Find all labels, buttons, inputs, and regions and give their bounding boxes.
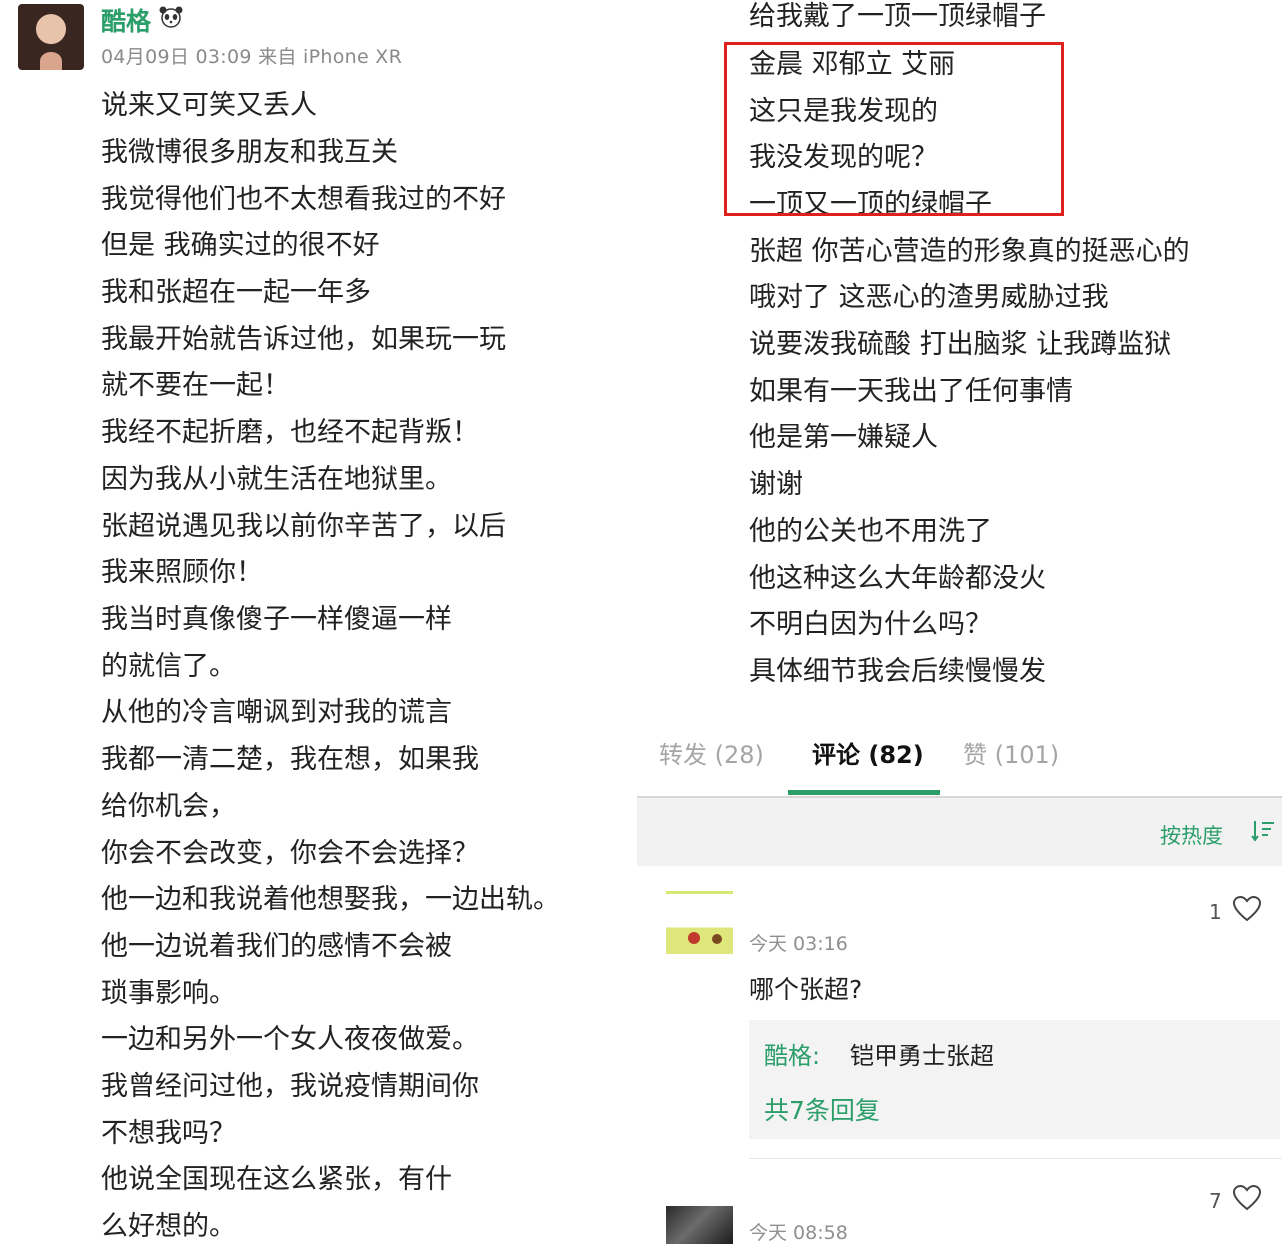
tab-repost[interactable]: 转发 (28) [659,735,764,770]
post-line: 我来照顾你！ [101,557,263,588]
post-line: 你会不会改变，你会不会选择？ [101,838,479,869]
sort-icon[interactable] [1250,818,1276,844]
avatar-decoration [712,934,722,944]
post-line: 他说全国现在这么紧张，有什 [101,1164,452,1195]
post-line: 我最开始就告诉过他，如果玩一玩 [101,324,506,355]
post-line: 如果有一天我出了任何事情 [749,376,1073,407]
post-line: 从他的冷言嘲讽到对我的谎言 [101,697,452,728]
like-count: 1 [1209,900,1222,924]
comment-avatar[interactable] [666,884,733,954]
post-line: 给我戴了一顶一顶绿帽子 [749,1,1046,32]
post-line: 具体细节我会后续慢慢发 [749,656,1046,687]
post-line: 谢谢 [749,469,803,500]
tab-bar: 转发 (28) 评论 (82) 赞 (101) [637,705,1282,797]
heart-icon[interactable] [1232,895,1262,922]
like-count: 7 [1209,1189,1222,1213]
post-line: 琐事影响。 [101,978,236,1009]
post-line: 但是 我确实过的很不好 [101,230,380,261]
comment-text: 哪个张超? [749,975,863,1004]
post-line: 我当时真像傻子一样傻逼一样 [101,604,452,635]
more-replies-link[interactable]: 共7条回复 [764,1091,880,1127]
post-timestamp: 04月09日 03:09 [101,46,252,68]
post-line: 他一边说着我们的感情不会被 [101,931,452,962]
user-avatar[interactable] [18,4,84,70]
post-line: 的就信了。 [101,651,236,682]
comment-avatar[interactable] [666,1206,733,1244]
post-line: 就不要在一起！ [101,370,290,401]
post-line: 张超说遇见我以前你辛苦了，以后 [101,511,506,542]
post-line: 不明白因为什么吗？ [749,609,992,640]
post-line: 给你机会， [101,791,236,822]
comment-divider [749,1158,1282,1159]
post-line: 我都一清二楚，我在想，如果我 [101,744,479,775]
heart-icon[interactable] [1232,1184,1262,1211]
post-line: 么好想的。 [101,1211,236,1242]
active-tab-indicator [788,790,940,795]
post-line: 我和张超在一起一年多 [101,277,371,308]
post-line: 因为我从小就生活在地狱里。 [101,464,452,495]
reply-author[interactable]: 酷格: [764,1036,820,1071]
comment-time: 今天 03:16 [749,933,848,955]
post-meta: 04月09日 03:09 来自 iPhone XR [101,42,402,69]
username[interactable]: 酷格 [101,2,151,38]
post-line: 我经不起折磨，也经不起背叛！ [101,417,479,448]
post-line: 哦对了 这恶心的渣男威胁过我 [749,282,1109,313]
highlight-box [724,42,1064,216]
post-line: 一边和另外一个女人夜夜做爱。 [101,1024,479,1055]
post-line: 他这种这么大年龄都没火 [749,563,1046,594]
post-source: 来自 iPhone XR [258,46,403,68]
post-line: 说要泼我硫酸 打出脑浆 让我蹲监狱 [749,329,1172,360]
post-line: 张超 你苦心营造的形象真的挺恶心的 [749,236,1190,267]
post-line: 说来又可笑又丢人 [101,90,317,121]
post-line: 我曾经问过他，我说疫情期间你 [101,1071,479,1102]
reply-text: 铠甲勇士张超 [850,1042,994,1070]
panda-icon [158,6,184,28]
tab-comment[interactable]: 评论 (82) [812,735,924,770]
post-line: 我微博很多朋友和我互关 [101,137,398,168]
comment-time: 今天 08:58 [749,1222,848,1244]
post-line: 我觉得他们也不太想看我过的不好 [101,184,506,215]
post-line: 不想我吗？ [101,1118,236,1149]
post-line: 他是第一嫌疑人 [749,422,938,453]
post-line: 他一边和我说着他想娶我，一边出轨。 [101,884,560,915]
post-line: 他的公关也不用洗了 [749,516,992,547]
sort-button[interactable]: 按热度 [1160,820,1223,850]
avatar-decoration [688,932,700,944]
tab-like[interactable]: 赞 (101) [963,735,1059,770]
